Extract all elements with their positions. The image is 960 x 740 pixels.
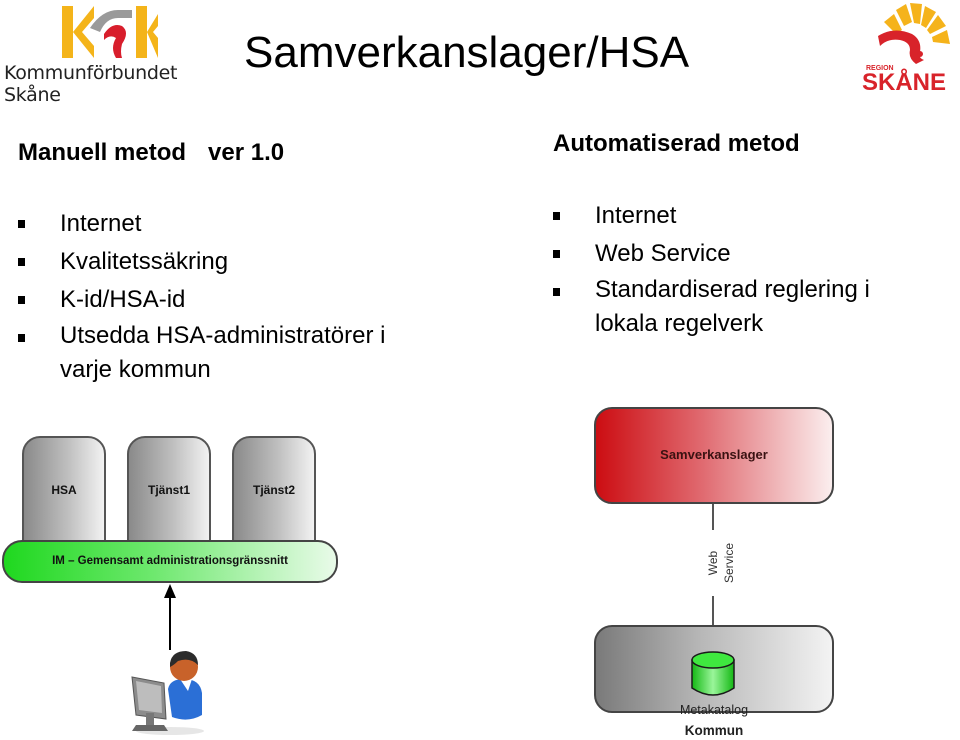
version-label: ver 1.0 <box>208 139 285 166</box>
automated-method-list: Internet Web Service Standardiserad regl… <box>553 197 933 341</box>
metakatalog-label: Metakatalog <box>679 703 749 717</box>
list-item-text: Internet <box>60 210 142 237</box>
page-title: Samverkanslager/HSA <box>244 28 690 77</box>
bullet-icon <box>18 334 25 342</box>
region-skane-emblem-icon: REGION SKÅNE <box>862 3 950 96</box>
arrow-up-icon <box>164 584 176 598</box>
admin-interface-bar: IM – Gemensamt administrationsgränssnitt <box>2 540 338 583</box>
bullet-icon <box>18 220 25 228</box>
list-item-text: Standardiserad reglering i <box>595 276 870 303</box>
manual-method-heading: Manuell metod ver 1.0 <box>18 139 284 167</box>
list-item: Utsedda HSA-administratörer i varje kommu… <box>18 319 438 387</box>
user-at-computer-icon <box>131 651 204 735</box>
kommunforbundet-skane-logo: Kommunförbundet Skåne <box>0 0 230 106</box>
list-item-text: Kvalitetssäkring <box>60 248 229 275</box>
ksk-logo-mark-icon <box>62 6 158 58</box>
database-icon <box>691 651 735 696</box>
list-item-text-continuation: lokala regelverk <box>595 310 764 337</box>
samverkanslager-label: Samverkanslager <box>660 447 768 462</box>
region-big-text: SKÅNE <box>862 68 946 96</box>
list-item: Standardiserad reglering i lokala regelve… <box>553 273 933 341</box>
manual-method-label: Manuell metod <box>18 139 187 166</box>
list-item: K-id/HSA-id <box>18 281 438 319</box>
admin-interface-label: IM – Gemensamt administrationsgränssnitt <box>52 555 288 567</box>
list-item-text: Utsedda HSA-administratörer i <box>60 322 386 349</box>
list-item: Internet <box>18 205 438 243</box>
bullet-icon <box>18 296 25 304</box>
list-item: Kvalitetssäkring <box>18 243 438 281</box>
manual-method-list: Internet Kvalitetssäkring K-id/HSA-id Ut… <box>18 205 438 387</box>
kommun-label: Kommun <box>684 723 744 738</box>
service-label: Tjänst1 <box>147 483 190 497</box>
list-item: Internet <box>553 197 933 235</box>
list-item-text-continuation: varje kommun <box>60 356 211 383</box>
list-item-text: K-id/HSA-id <box>60 286 186 313</box>
web-service-connector-label: Web Service <box>705 530 736 596</box>
service-label: Tjänst2 <box>252 483 295 497</box>
bullet-icon <box>553 288 560 296</box>
bullet-icon <box>18 258 25 266</box>
region-skane-logo: REGION SKÅNE <box>858 0 960 96</box>
arrow-line <box>169 592 171 650</box>
list-item-text: Internet <box>595 202 677 229</box>
automated-method-heading: Automatiserad metod <box>553 130 800 157</box>
ksk-logo-text: Kommunförbundet Skåne <box>4 62 178 106</box>
service-label: HSA <box>51 483 77 497</box>
bullet-icon <box>553 212 560 220</box>
samverkanslager-box: Samverkanslager <box>594 407 834 504</box>
bullet-icon <box>553 250 560 258</box>
list-item-text: Web Service <box>595 240 731 267</box>
list-item: Web Service <box>553 235 933 273</box>
